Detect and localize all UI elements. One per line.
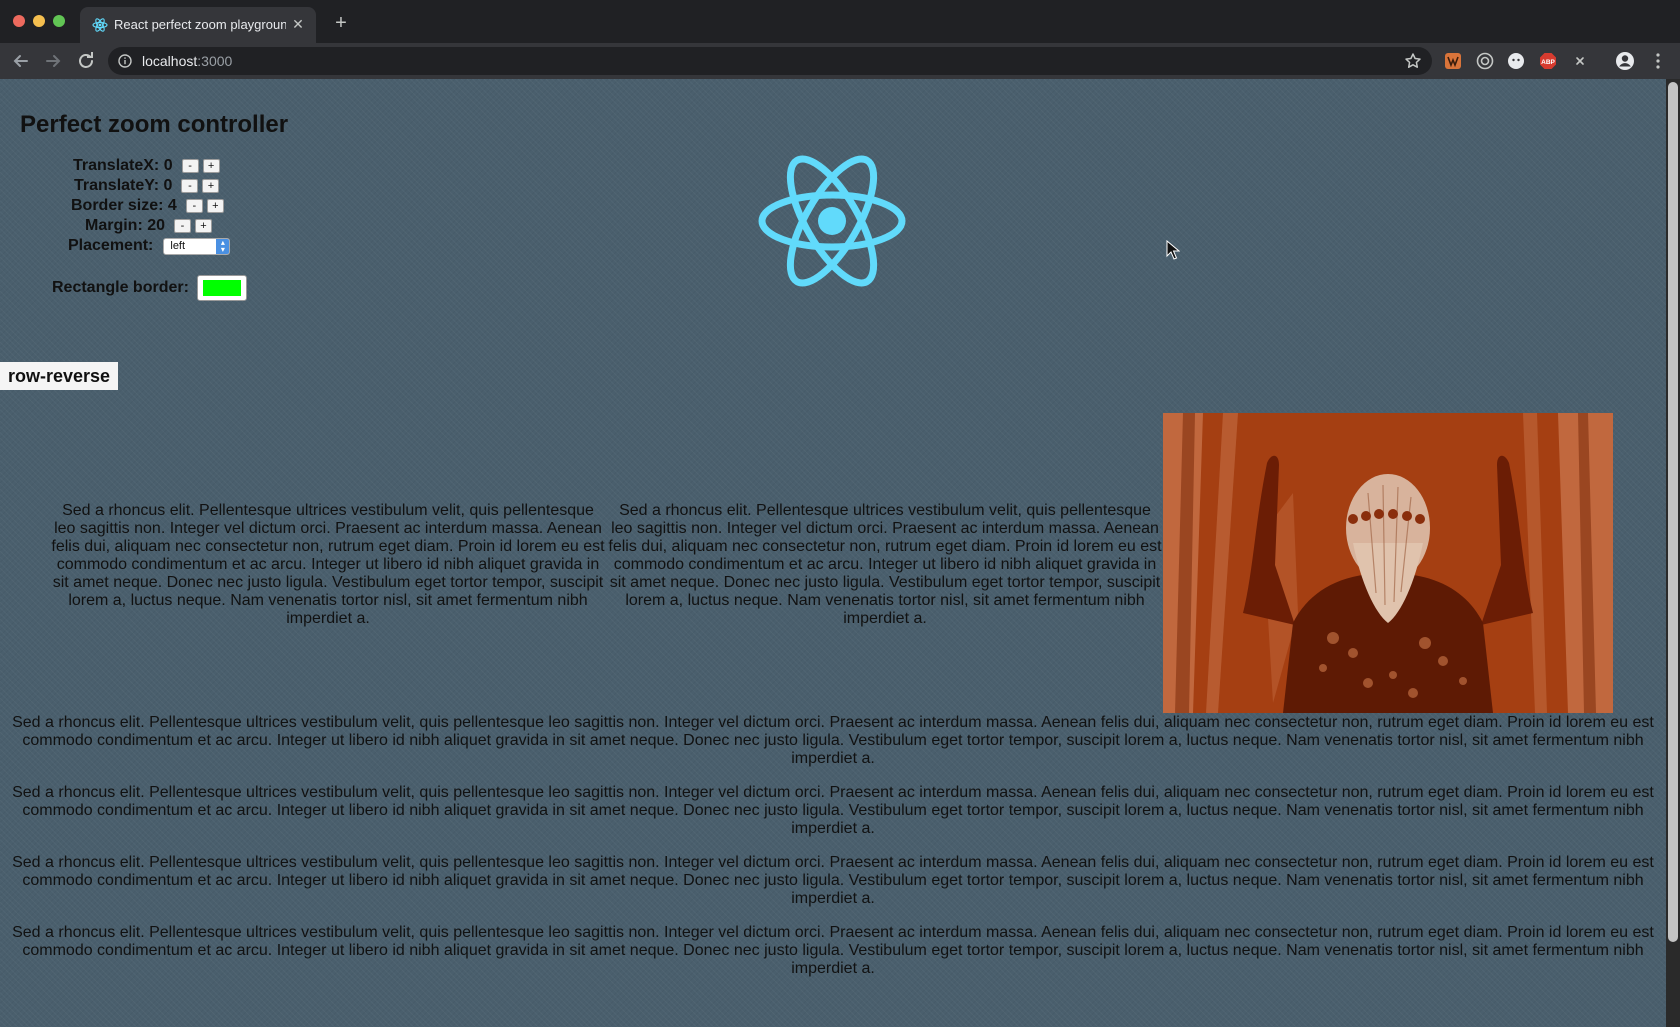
margin-label: Margin: 20 [85, 217, 166, 234]
page-viewport: Perfect zoom controller TranslateX: 0 - … [0, 79, 1680, 1027]
react-logo-icon [758, 155, 906, 287]
rectangle-border-color-picker[interactable] [196, 275, 247, 301]
window-minimize-button[interactable] [33, 15, 45, 27]
window-zoom-button[interactable] [53, 15, 65, 27]
kebab-menu-icon[interactable] [1651, 52, 1665, 70]
address-bar[interactable]: localhost:3000 [108, 47, 1432, 75]
extension-close-x-icon[interactable] [1571, 52, 1589, 70]
tab-close-icon[interactable]: ✕ [290, 16, 306, 32]
rectangle-border-label: Rectangle border: [52, 279, 189, 296]
url-port: :3000 [197, 53, 233, 69]
arrow-left-icon[interactable] [10, 50, 32, 72]
extension-adblock-icon[interactable]: ABP [1539, 52, 1557, 70]
select-updown-icon: ▴ ▾ [216, 238, 230, 254]
translate-x-increment-button[interactable]: + [202, 159, 220, 173]
tab-title: React perfect zoom playground [114, 17, 286, 32]
border-size-control: Border size: 4 - + [71, 196, 228, 216]
url-host: localhost [142, 53, 198, 69]
border-size-label: Border size: 4 [71, 197, 177, 214]
column-text-2: Sed a rhoncus elit. Pellentesque ultrice… [608, 502, 1162, 627]
extension-wappalyzer-icon[interactable] [1444, 52, 1462, 70]
translate-y-decrement-button[interactable]: - [181, 179, 199, 193]
placement-control: Placement: left ▴ ▾ [68, 236, 231, 256]
translate-x-decrement-button[interactable]: - [181, 159, 199, 173]
mouse-cursor-icon [1166, 240, 1180, 260]
flex-direction-badge[interactable]: row-reverse [0, 362, 119, 390]
reload-icon[interactable] [75, 50, 97, 72]
page-title: Perfect zoom controller [20, 111, 289, 138]
rectangle-border-control: Rectangle border: [52, 275, 247, 301]
placement-label: Placement: [68, 237, 154, 254]
lorem-paragraph: Sed a rhoncus elit. Pellentesque ultrice… [12, 924, 1654, 977]
account-circle-icon[interactable] [1615, 51, 1635, 71]
extension-ghost-icon[interactable] [1507, 52, 1525, 70]
star-icon[interactable] [1404, 52, 1422, 70]
translate-y-label: TranslateY: 0 [74, 177, 173, 194]
margin-control: Margin: 20 - + [85, 216, 216, 236]
color-swatch-fill [202, 280, 241, 296]
browser-tab-active[interactable]: React perfect zoom playground ✕ [80, 7, 316, 43]
margin-increment-button[interactable]: + [195, 219, 213, 233]
info-icon[interactable] [118, 54, 132, 68]
svg-text:ABP: ABP [1541, 59, 1555, 66]
react-logo-icon [92, 18, 108, 32]
url-text[interactable]: localhost:3000 [142, 53, 232, 69]
zoom-photo[interactable] [1163, 413, 1613, 713]
extension-target-icon[interactable] [1476, 52, 1494, 70]
window-close-button[interactable] [13, 15, 25, 27]
placement-select-value: left [170, 239, 186, 252]
translate-y-control: TranslateY: 0 - + [74, 176, 223, 196]
browser-toolbar: localhost:3000 ABP [0, 43, 1680, 79]
placement-select[interactable]: left ▴ ▾ [163, 237, 231, 255]
arrow-right-icon[interactable] [42, 50, 64, 72]
lorem-paragraph: Sed a rhoncus elit. Pellentesque ultrice… [12, 714, 1654, 767]
translate-x-label: TranslateX: 0 [73, 157, 173, 174]
page-scrollbar-thumb[interactable] [1668, 82, 1678, 942]
margin-decrement-button[interactable]: - [174, 219, 192, 233]
browser-titlebar: React perfect zoom playground ✕ + [0, 0, 1680, 43]
new-tab-button[interactable]: + [330, 12, 352, 34]
translate-y-increment-button[interactable]: + [202, 179, 220, 193]
border-size-decrement-button[interactable]: - [185, 199, 203, 213]
border-size-increment-button[interactable]: + [206, 199, 224, 213]
translate-x-control: TranslateX: 0 - + [73, 156, 224, 176]
lorem-paragraph: Sed a rhoncus elit. Pellentesque ultrice… [12, 784, 1654, 837]
column-text-1: Sed a rhoncus elit. Pellentesque ultrice… [51, 502, 605, 627]
lorem-paragraph: Sed a rhoncus elit. Pellentesque ultrice… [12, 854, 1654, 907]
photo-illustration [1163, 413, 1613, 713]
